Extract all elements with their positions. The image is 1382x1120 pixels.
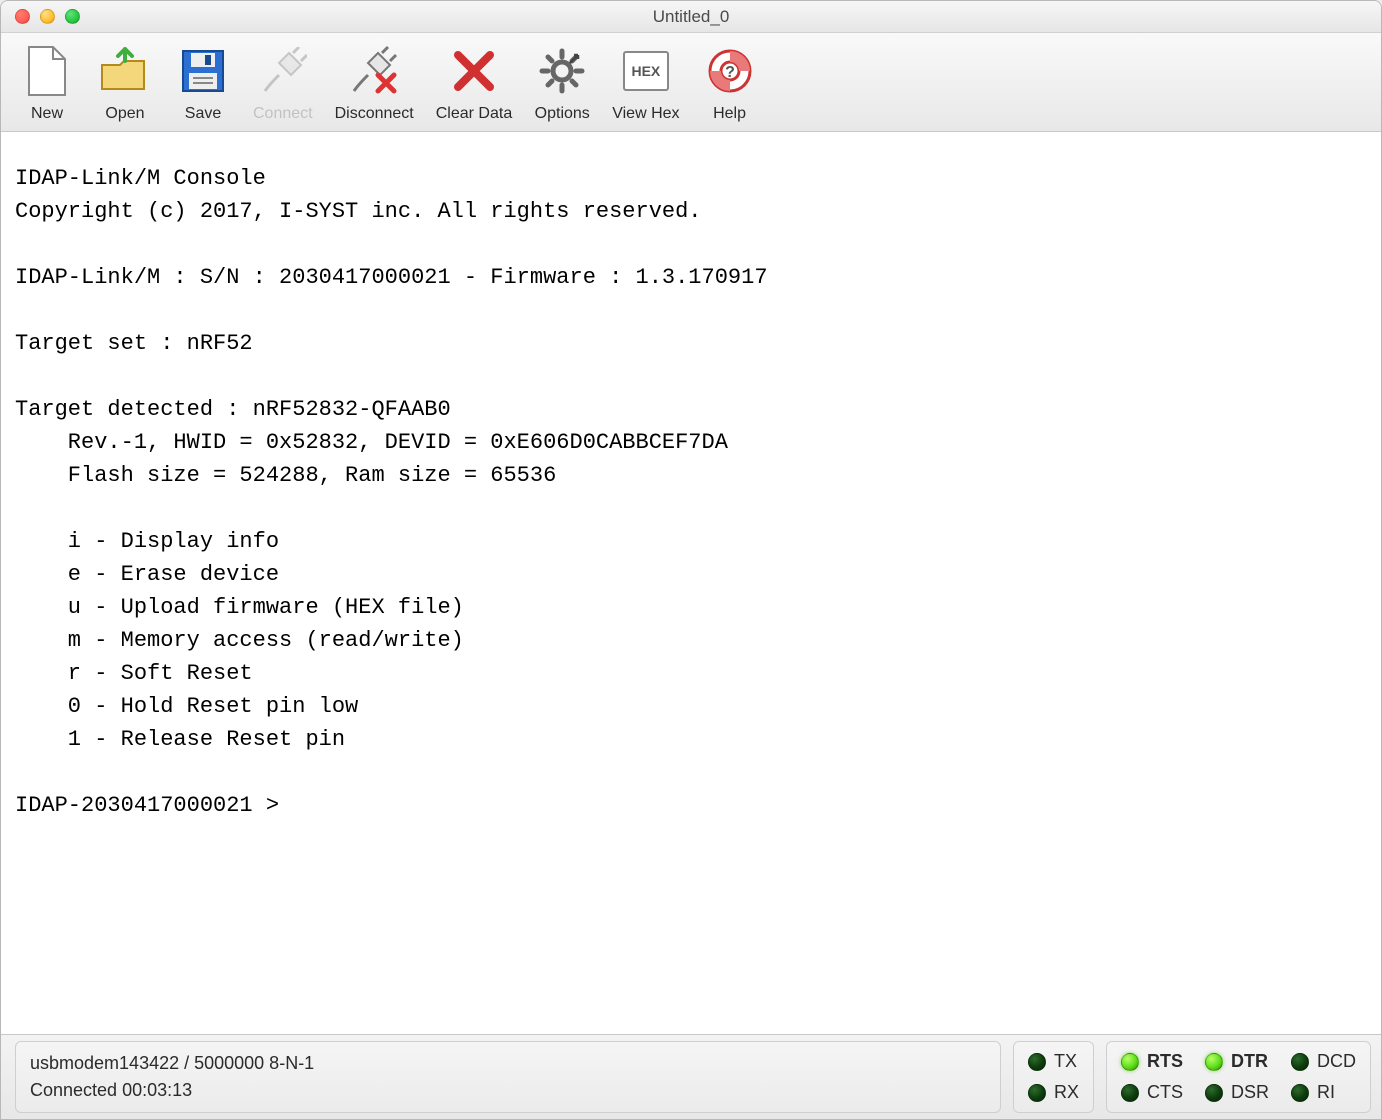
open-button[interactable]: Open: [97, 43, 153, 123]
dtr-led: [1205, 1053, 1223, 1071]
help-label: Help: [713, 105, 746, 123]
txrx-panel: TX RX: [1013, 1041, 1094, 1113]
hex-badge: HEX: [623, 51, 669, 91]
tx-label: TX: [1054, 1051, 1077, 1072]
clear-data-button[interactable]: Clear Data: [436, 43, 512, 123]
rx-indicator: RX: [1028, 1082, 1079, 1103]
dcd-indicator: DCD: [1291, 1051, 1356, 1072]
dcd-label: DCD: [1317, 1051, 1356, 1072]
close-window-button[interactable]: [15, 9, 30, 24]
view-hex-button[interactable]: HEX View Hex: [612, 43, 679, 123]
floppy-disk-icon: [175, 43, 231, 99]
dsr-label: DSR: [1231, 1082, 1269, 1103]
cts-led: [1121, 1084, 1139, 1102]
port-info: usbmodem143422 / 5000000 8-N-1: [30, 1053, 986, 1074]
dtr-label: DTR: [1231, 1051, 1268, 1072]
rx-label: RX: [1054, 1082, 1079, 1103]
rx-led: [1028, 1084, 1046, 1102]
connection-time: Connected 00:03:13: [30, 1080, 986, 1101]
new-label: New: [31, 105, 63, 123]
connection-status-panel: usbmodem143422 / 5000000 8-N-1 Connected…: [15, 1041, 1001, 1113]
dsr-indicator: DSR: [1205, 1082, 1269, 1103]
toolbar: New Open Save: [1, 33, 1381, 132]
status-bar: usbmodem143422 / 5000000 8-N-1 Connected…: [1, 1035, 1381, 1119]
lifebuoy-icon: ?: [702, 43, 758, 99]
save-label: Save: [185, 105, 221, 123]
rts-indicator[interactable]: RTS: [1121, 1051, 1183, 1072]
ri-indicator: RI: [1291, 1082, 1356, 1103]
dtr-indicator[interactable]: DTR: [1205, 1051, 1269, 1072]
titlebar[interactable]: Untitled_0: [1, 1, 1381, 33]
disconnect-button[interactable]: Disconnect: [335, 43, 414, 123]
ri-led: [1291, 1084, 1309, 1102]
x-icon: [446, 43, 502, 99]
options-label: Options: [535, 105, 590, 123]
gear-icon: [534, 43, 590, 99]
cts-label: CTS: [1147, 1082, 1183, 1103]
zoom-window-button[interactable]: [65, 9, 80, 24]
plug-x-icon: [346, 43, 402, 99]
new-file-icon: [19, 43, 75, 99]
tx-indicator: TX: [1028, 1051, 1079, 1072]
window-controls: [15, 9, 80, 24]
open-label: Open: [105, 105, 144, 123]
new-button[interactable]: New: [19, 43, 75, 123]
view-hex-label: View Hex: [612, 105, 679, 123]
plug-icon: [255, 43, 311, 99]
connect-button: Connect: [253, 43, 313, 123]
connect-label: Connect: [253, 105, 313, 123]
rts-led: [1121, 1053, 1139, 1071]
save-button[interactable]: Save: [175, 43, 231, 123]
rts-label: RTS: [1147, 1051, 1183, 1072]
clear-data-label: Clear Data: [436, 105, 512, 123]
options-button[interactable]: Options: [534, 43, 590, 123]
open-folder-icon: [97, 43, 153, 99]
cts-indicator: CTS: [1121, 1082, 1183, 1103]
app-window: Untitled_0 New Open: [0, 0, 1382, 1120]
dcd-led: [1291, 1053, 1309, 1071]
ri-label: RI: [1317, 1082, 1335, 1103]
handshake-panel: RTS CTS DTR DSR DCD RI: [1106, 1041, 1371, 1113]
dsr-led: [1205, 1084, 1223, 1102]
disconnect-label: Disconnect: [335, 105, 414, 123]
svg-text:?: ?: [725, 64, 735, 81]
tx-led: [1028, 1053, 1046, 1071]
help-button[interactable]: ? Help: [702, 43, 758, 123]
console-output[interactable]: IDAP-Link/M Console Copyright (c) 2017, …: [1, 132, 1381, 1035]
minimize-window-button[interactable]: [40, 9, 55, 24]
hex-icon: HEX: [618, 43, 674, 99]
window-title: Untitled_0: [1, 7, 1381, 27]
